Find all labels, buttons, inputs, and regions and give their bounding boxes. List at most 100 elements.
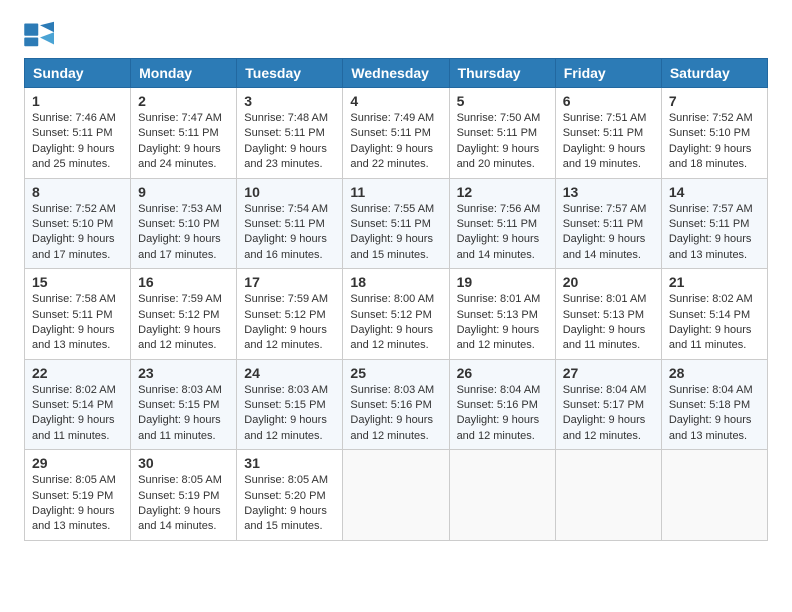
day-cell: 23 Sunrise: 8:03 AMSunset: 5:15 PMDaylig… [131, 359, 237, 450]
day-cell: 8 Sunrise: 7:52 AMSunset: 5:10 PMDayligh… [25, 178, 131, 269]
day-cell [555, 450, 661, 541]
day-cell: 31 Sunrise: 8:05 AMSunset: 5:20 PMDaylig… [237, 450, 343, 541]
cell-info: Sunrise: 8:00 AMSunset: 5:12 PMDaylight:… [350, 293, 434, 351]
day-number: 6 [563, 93, 654, 109]
day-cell: 9 Sunrise: 7:53 AMSunset: 5:10 PMDayligh… [131, 178, 237, 269]
week-row-3: 15 Sunrise: 7:58 AMSunset: 5:11 PMDaylig… [25, 269, 768, 360]
day-cell: 13 Sunrise: 7:57 AMSunset: 5:11 PMDaylig… [555, 178, 661, 269]
header-friday: Friday [555, 59, 661, 88]
day-cell: 29 Sunrise: 8:05 AMSunset: 5:19 PMDaylig… [25, 450, 131, 541]
day-number: 2 [138, 93, 229, 109]
day-number: 27 [563, 365, 654, 381]
cell-info: Sunrise: 7:47 AMSunset: 5:11 PMDaylight:… [138, 112, 222, 170]
cell-info: Sunrise: 7:51 AMSunset: 5:11 PMDaylight:… [563, 112, 647, 170]
day-cell: 22 Sunrise: 8:02 AMSunset: 5:14 PMDaylig… [25, 359, 131, 450]
cell-info: Sunrise: 8:01 AMSunset: 5:13 PMDaylight:… [563, 293, 647, 351]
header-sunday: Sunday [25, 59, 131, 88]
day-cell: 7 Sunrise: 7:52 AMSunset: 5:10 PMDayligh… [661, 88, 767, 179]
day-number: 25 [350, 365, 441, 381]
day-cell: 5 Sunrise: 7:50 AMSunset: 5:11 PMDayligh… [449, 88, 555, 179]
cell-info: Sunrise: 7:52 AMSunset: 5:10 PMDaylight:… [32, 203, 116, 261]
day-number: 24 [244, 365, 335, 381]
day-number: 4 [350, 93, 441, 109]
cell-info: Sunrise: 8:05 AMSunset: 5:20 PMDaylight:… [244, 474, 328, 532]
day-cell [449, 450, 555, 541]
day-number: 20 [563, 274, 654, 290]
cell-info: Sunrise: 8:01 AMSunset: 5:13 PMDaylight:… [457, 293, 541, 351]
header-wednesday: Wednesday [343, 59, 449, 88]
day-cell: 2 Sunrise: 7:47 AMSunset: 5:11 PMDayligh… [131, 88, 237, 179]
day-cell [343, 450, 449, 541]
cell-info: Sunrise: 7:52 AMSunset: 5:10 PMDaylight:… [669, 112, 753, 170]
day-cell: 20 Sunrise: 8:01 AMSunset: 5:13 PMDaylig… [555, 269, 661, 360]
header-saturday: Saturday [661, 59, 767, 88]
header-row: SundayMondayTuesdayWednesdayThursdayFrid… [25, 59, 768, 88]
day-number: 10 [244, 184, 335, 200]
calendar-table: SundayMondayTuesdayWednesdayThursdayFrid… [24, 58, 768, 541]
day-cell: 30 Sunrise: 8:05 AMSunset: 5:19 PMDaylig… [131, 450, 237, 541]
day-cell: 16 Sunrise: 7:59 AMSunset: 5:12 PMDaylig… [131, 269, 237, 360]
header-monday: Monday [131, 59, 237, 88]
day-cell: 18 Sunrise: 8:00 AMSunset: 5:12 PMDaylig… [343, 269, 449, 360]
cell-info: Sunrise: 7:53 AMSunset: 5:10 PMDaylight:… [138, 203, 222, 261]
cell-info: Sunrise: 8:03 AMSunset: 5:15 PMDaylight:… [244, 384, 328, 442]
day-cell: 26 Sunrise: 8:04 AMSunset: 5:16 PMDaylig… [449, 359, 555, 450]
cell-info: Sunrise: 8:03 AMSunset: 5:16 PMDaylight:… [350, 384, 434, 442]
day-cell: 1 Sunrise: 7:46 AMSunset: 5:11 PMDayligh… [25, 88, 131, 179]
cell-info: Sunrise: 8:04 AMSunset: 5:17 PMDaylight:… [563, 384, 647, 442]
day-cell: 11 Sunrise: 7:55 AMSunset: 5:11 PMDaylig… [343, 178, 449, 269]
day-number: 13 [563, 184, 654, 200]
day-number: 28 [669, 365, 760, 381]
cell-info: Sunrise: 8:03 AMSunset: 5:15 PMDaylight:… [138, 384, 222, 442]
cell-info: Sunrise: 7:54 AMSunset: 5:11 PMDaylight:… [244, 203, 328, 261]
cell-info: Sunrise: 8:02 AMSunset: 5:14 PMDaylight:… [669, 293, 753, 351]
cell-info: Sunrise: 7:57 AMSunset: 5:11 PMDaylight:… [669, 203, 753, 261]
cell-info: Sunrise: 8:04 AMSunset: 5:16 PMDaylight:… [457, 384, 541, 442]
day-number: 19 [457, 274, 548, 290]
cell-info: Sunrise: 7:49 AMSunset: 5:11 PMDaylight:… [350, 112, 434, 170]
day-cell: 6 Sunrise: 7:51 AMSunset: 5:11 PMDayligh… [555, 88, 661, 179]
day-number: 12 [457, 184, 548, 200]
day-cell: 28 Sunrise: 8:04 AMSunset: 5:18 PMDaylig… [661, 359, 767, 450]
logo [24, 20, 60, 48]
day-number: 22 [32, 365, 123, 381]
cell-info: Sunrise: 7:46 AMSunset: 5:11 PMDaylight:… [32, 112, 116, 170]
day-number: 21 [669, 274, 760, 290]
day-number: 16 [138, 274, 229, 290]
day-number: 3 [244, 93, 335, 109]
cell-info: Sunrise: 8:05 AMSunset: 5:19 PMDaylight:… [32, 474, 116, 532]
day-number: 31 [244, 455, 335, 471]
day-cell [661, 450, 767, 541]
day-cell: 17 Sunrise: 7:59 AMSunset: 5:12 PMDaylig… [237, 269, 343, 360]
header-thursday: Thursday [449, 59, 555, 88]
cell-info: Sunrise: 7:48 AMSunset: 5:11 PMDaylight:… [244, 112, 328, 170]
day-cell: 15 Sunrise: 7:58 AMSunset: 5:11 PMDaylig… [25, 269, 131, 360]
week-row-4: 22 Sunrise: 8:02 AMSunset: 5:14 PMDaylig… [25, 359, 768, 450]
cell-info: Sunrise: 7:50 AMSunset: 5:11 PMDaylight:… [457, 112, 541, 170]
day-number: 7 [669, 93, 760, 109]
day-number: 5 [457, 93, 548, 109]
day-number: 26 [457, 365, 548, 381]
cell-info: Sunrise: 8:04 AMSunset: 5:18 PMDaylight:… [669, 384, 753, 442]
week-row-5: 29 Sunrise: 8:05 AMSunset: 5:19 PMDaylig… [25, 450, 768, 541]
day-number: 8 [32, 184, 123, 200]
header-tuesday: Tuesday [237, 59, 343, 88]
day-number: 23 [138, 365, 229, 381]
week-row-1: 1 Sunrise: 7:46 AMSunset: 5:11 PMDayligh… [25, 88, 768, 179]
cell-info: Sunrise: 7:59 AMSunset: 5:12 PMDaylight:… [244, 293, 328, 351]
day-number: 11 [350, 184, 441, 200]
day-cell: 24 Sunrise: 8:03 AMSunset: 5:15 PMDaylig… [237, 359, 343, 450]
cell-info: Sunrise: 7:59 AMSunset: 5:12 PMDaylight:… [138, 293, 222, 351]
day-cell: 3 Sunrise: 7:48 AMSunset: 5:11 PMDayligh… [237, 88, 343, 179]
cell-info: Sunrise: 8:05 AMSunset: 5:19 PMDaylight:… [138, 474, 222, 532]
day-number: 29 [32, 455, 123, 471]
page-header [24, 20, 768, 48]
day-cell: 10 Sunrise: 7:54 AMSunset: 5:11 PMDaylig… [237, 178, 343, 269]
day-number: 30 [138, 455, 229, 471]
day-cell: 19 Sunrise: 8:01 AMSunset: 5:13 PMDaylig… [449, 269, 555, 360]
cell-info: Sunrise: 7:58 AMSunset: 5:11 PMDaylight:… [32, 293, 116, 351]
day-number: 14 [669, 184, 760, 200]
day-cell: 4 Sunrise: 7:49 AMSunset: 5:11 PMDayligh… [343, 88, 449, 179]
day-cell: 25 Sunrise: 8:03 AMSunset: 5:16 PMDaylig… [343, 359, 449, 450]
cell-info: Sunrise: 8:02 AMSunset: 5:14 PMDaylight:… [32, 384, 116, 442]
